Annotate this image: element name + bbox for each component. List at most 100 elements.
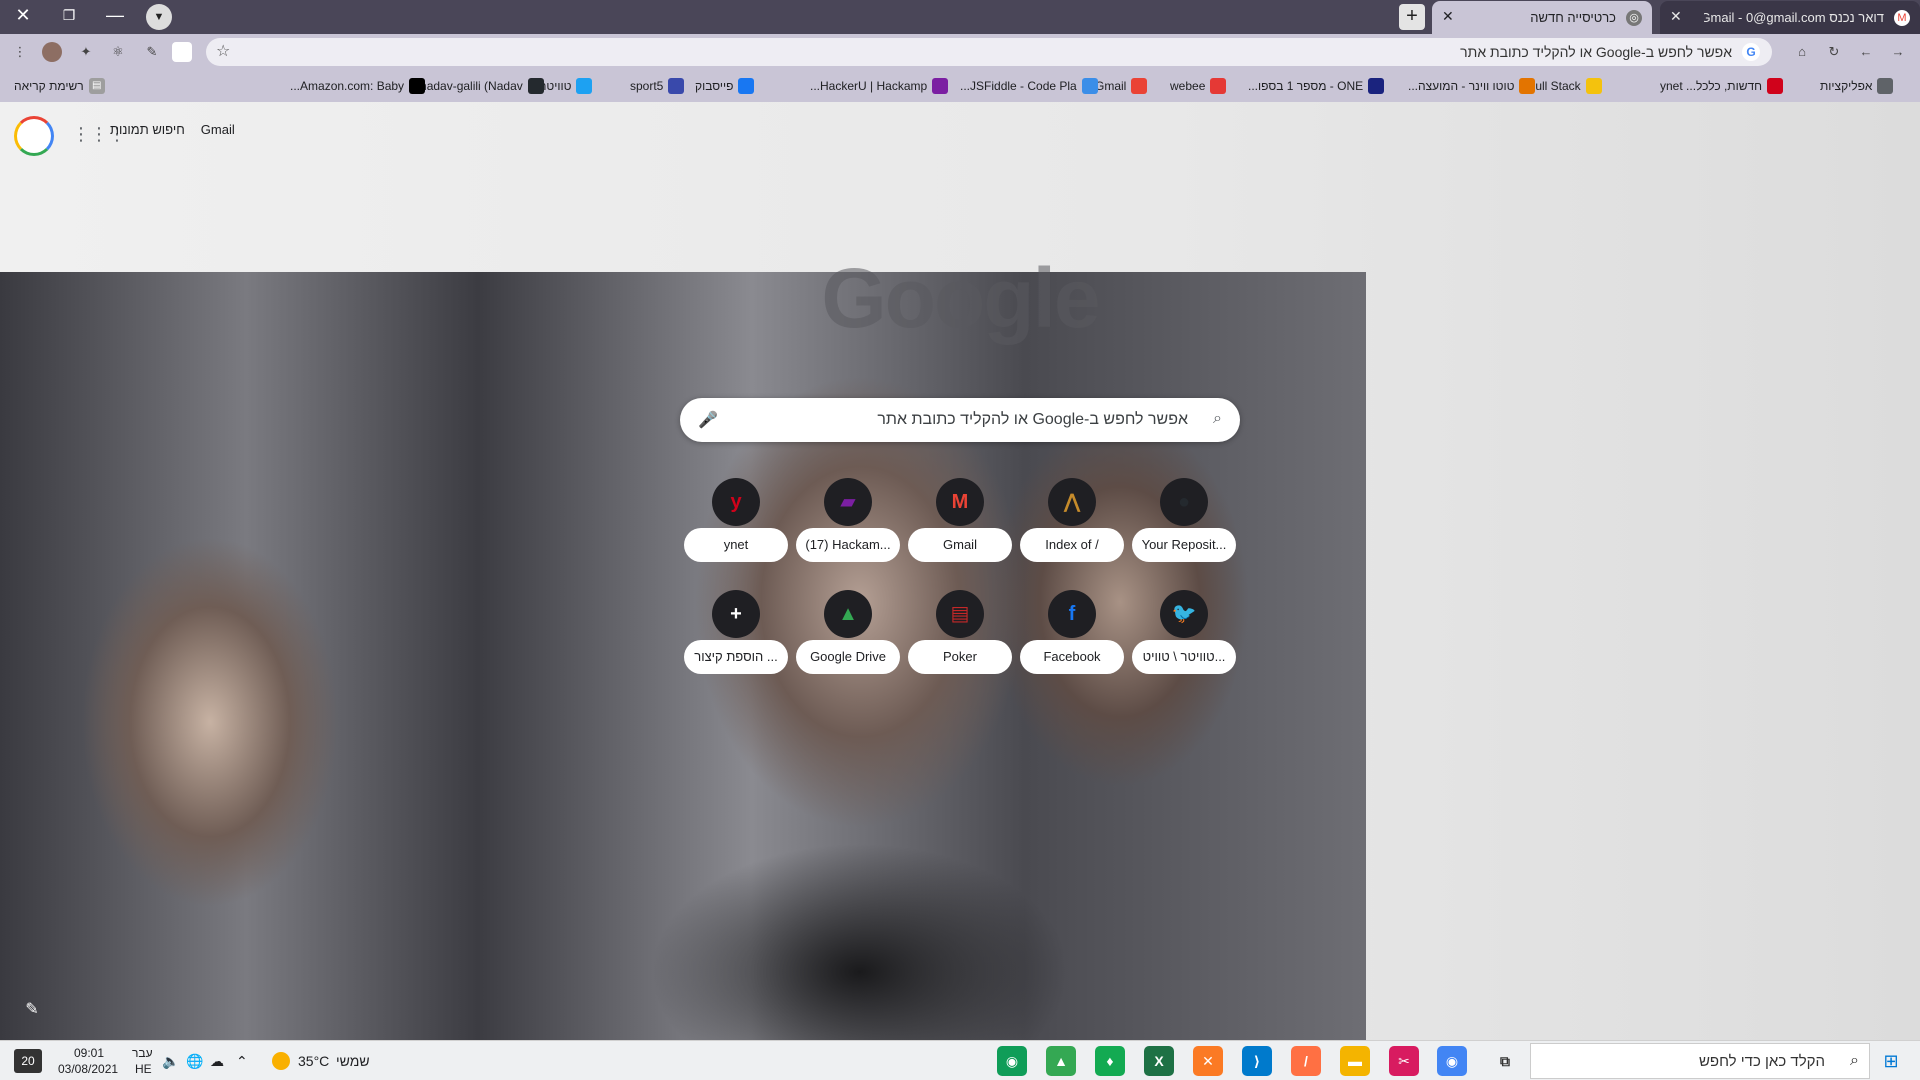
forward-icon[interactable]: → <box>1888 42 1908 62</box>
bookmark-item[interactable]: טוטו ווינר - המועצה... <box>1408 77 1536 95</box>
shortcut-tile[interactable]: ▰ (17) Hackam... <box>796 478 908 590</box>
shortcut-tile[interactable]: M Gmail <box>908 478 1020 590</box>
bookmark-item[interactable]: sport5 <box>630 77 685 95</box>
new-tab-button[interactable]: + <box>1399 4 1425 30</box>
show-hidden-icons-icon[interactable]: ⌃ <box>236 1053 248 1070</box>
menu-icon[interactable]: ⋮ <box>10 42 30 62</box>
bookmark-item[interactable]: JSFiddle - Code Pla... <box>960 77 1098 95</box>
gmail-link[interactable]: Gmail <box>201 122 235 137</box>
task-view-icon[interactable]: ⧉ <box>1490 1046 1520 1076</box>
tab-search-button[interactable]: ▼ <box>146 4 172 30</box>
cloud-icon[interactable]: ☁ <box>210 1053 224 1070</box>
close-tab-icon[interactable]: ✕ <box>1670 8 1682 25</box>
reload-icon[interactable]: ↻ <box>1824 42 1844 62</box>
shortcut-tile[interactable]: y ynet <box>684 478 796 590</box>
bookmark-label: טוויטר <box>540 79 572 93</box>
shortcut-tile[interactable]: f Facebook <box>1020 590 1132 702</box>
bookmark-item[interactable]: אפליקציות <box>1820 77 1894 95</box>
xampp-icon[interactable]: ✕ <box>1193 1046 1223 1076</box>
shortcut-icon[interactable]: ▤ <box>936 590 984 638</box>
shortcut-label[interactable]: Your Reposit... <box>1132 528 1236 562</box>
shortcut-label[interactable]: ynet <box>684 528 788 562</box>
bookmark-label: Full Stack <box>1528 79 1581 93</box>
shortcut-label[interactable]: Facebook <box>1020 640 1124 674</box>
network-icon[interactable]: 🌐 <box>186 1053 203 1070</box>
sublime-icon[interactable]: / <box>1291 1046 1321 1076</box>
shortcut-tile[interactable]: ▤ Poker <box>908 590 1020 702</box>
shortcut-icon[interactable]: + <box>712 590 760 638</box>
shortcut-icon[interactable]: M <box>936 478 984 526</box>
weather-sun-icon[interactable] <box>272 1052 290 1070</box>
react-devtools-icon[interactable]: ⚛ <box>108 42 128 62</box>
shortcut-icon[interactable]: f <box>1048 590 1096 638</box>
shortcut-tile[interactable]: ⋀ Index of / <box>1020 478 1132 590</box>
shortcut-label[interactable]: (17) Hackam... <box>796 528 900 562</box>
bookmark-star-icon[interactable]: ☆ <box>216 41 230 61</box>
shortcut-icon[interactable]: ⋀ <box>1048 478 1096 526</box>
bookmark-item[interactable]: HackerU | Hackamp... <box>810 77 949 95</box>
bookmark-item[interactable]: חדשות, כלכל... ynet <box>1660 77 1783 95</box>
shortcut-label[interactable]: Gmail <box>908 528 1012 562</box>
shortcut-icon[interactable]: ▲ <box>824 590 872 638</box>
google-drive-icon[interactable]: ▲ <box>1046 1046 1076 1076</box>
volume-icon[interactable]: 🔈 <box>162 1053 179 1070</box>
shortcut-tile[interactable]: 🐦 טוויטר \ טוויט... <box>1132 590 1244 702</box>
weather-temp[interactable]: 35°C <box>298 1053 329 1069</box>
file-explorer-icon[interactable]: ▬ <box>1340 1046 1370 1076</box>
home-icon[interactable]: ⌂ <box>1792 42 1812 62</box>
language-code[interactable]: HE <box>135 1062 152 1076</box>
vscode-icon[interactable]: ⟩ <box>1242 1046 1272 1076</box>
taskbar-search[interactable]: ⌕ הקלד כאן כדי לחפש <box>1530 1043 1870 1079</box>
profile-avatar-icon[interactable] <box>42 42 62 62</box>
bookmark-item[interactable]: Amazon.com: Baby... <box>290 77 426 95</box>
shortcut-icon[interactable]: ▰ <box>824 478 872 526</box>
clock-date[interactable]: 03/08/2021 <box>58 1062 118 1076</box>
shortcut-icon[interactable]: ● <box>1160 478 1208 526</box>
microphone-icon[interactable]: 🎤 <box>698 410 718 430</box>
window-close-button[interactable]: ✕ <box>0 0 46 30</box>
shortcut-icon[interactable]: y <box>712 478 760 526</box>
bookmark-item[interactable]: ONE - מספר 1 בספו... <box>1248 77 1385 95</box>
bookmark-item[interactable]: פייסבוק <box>695 77 755 95</box>
bookmark-item[interactable]: Full Stack <box>1528 77 1602 95</box>
google-apps-icon[interactable]: ⋮⋮⋮ <box>72 124 126 144</box>
bookmark-item[interactable]: טוויטר <box>540 77 593 95</box>
shortcut-tile[interactable]: ▲ Google Drive <box>796 590 908 702</box>
bookmark-item[interactable]: webee <box>1170 77 1227 95</box>
search-box[interactable]: ⌕ אפשר לחפש ב-Google או להקליד כתובת אתר… <box>680 398 1240 442</box>
tab-gmail[interactable]: M דואר נכנס Gmail - 0@gmail.com ✕ <box>1660 1 1920 34</box>
extension-square-icon[interactable] <box>172 42 192 62</box>
mongodb-icon[interactable]: ♦ <box>1095 1046 1125 1076</box>
window-minimize-button[interactable]: — <box>92 0 138 30</box>
reading-list-button[interactable]: רשימת קריאה ▤ <box>14 77 105 95</box>
start-button-icon[interactable]: ⊞ <box>1876 1047 1906 1075</box>
shortcut-label[interactable]: טוויטר \ טוויט... <box>1132 640 1236 674</box>
snip-icon[interactable]: ✂ <box>1389 1046 1419 1076</box>
excel-icon[interactable]: X <box>1144 1046 1174 1076</box>
shortcut-label[interactable]: Poker <box>908 640 1012 674</box>
language-indicator[interactable]: עבר <box>132 1046 153 1060</box>
shortcut-label[interactable]: הוספת קיצור ... <box>684 640 788 674</box>
back-icon[interactable]: ← <box>1856 42 1876 62</box>
weather-desc[interactable]: שמשי <box>336 1053 370 1069</box>
extensions-icon[interactable]: ✦ <box>76 42 96 62</box>
clock-time[interactable]: 09:01 <box>74 1046 104 1060</box>
color-picker-icon[interactable]: ✎ <box>142 42 162 62</box>
shortcut-icon[interactable]: 🐦 <box>1160 590 1208 638</box>
images-link[interactable]: חיפוש תמונות <box>110 122 185 137</box>
bookmark-item[interactable]: Gmail <box>1095 77 1148 95</box>
notification-center-icon[interactable]: 20 <box>14 1049 42 1073</box>
shortcut-tile[interactable]: + הוספת קיצור ... <box>684 590 796 702</box>
shortcut-label[interactable]: Index of / <box>1020 528 1124 562</box>
tab-new-tab[interactable]: ◎ כרטיסייה חדשה ✕ <box>1432 1 1652 34</box>
bookmark-item[interactable]: nadav-galili (Nadav... <box>410 77 544 95</box>
close-tab-icon[interactable]: ✕ <box>1442 8 1454 25</box>
window-restore-button[interactable]: ❐ <box>46 0 92 30</box>
customize-pencil-icon[interactable]: ✎ <box>20 998 44 1022</box>
shortcut-tile[interactable]: ● Your Reposit... <box>1132 478 1244 590</box>
account-avatar[interactable] <box>14 116 54 156</box>
chrome-icon[interactable]: ◉ <box>1437 1046 1467 1076</box>
omnibox[interactable]: G אפשר לחפש ב-Google או להקליד כתובת אתר… <box>206 38 1772 66</box>
shortcut-label[interactable]: Google Drive <box>796 640 900 674</box>
chrome-badge-icon[interactable]: ◉ <box>997 1046 1027 1076</box>
